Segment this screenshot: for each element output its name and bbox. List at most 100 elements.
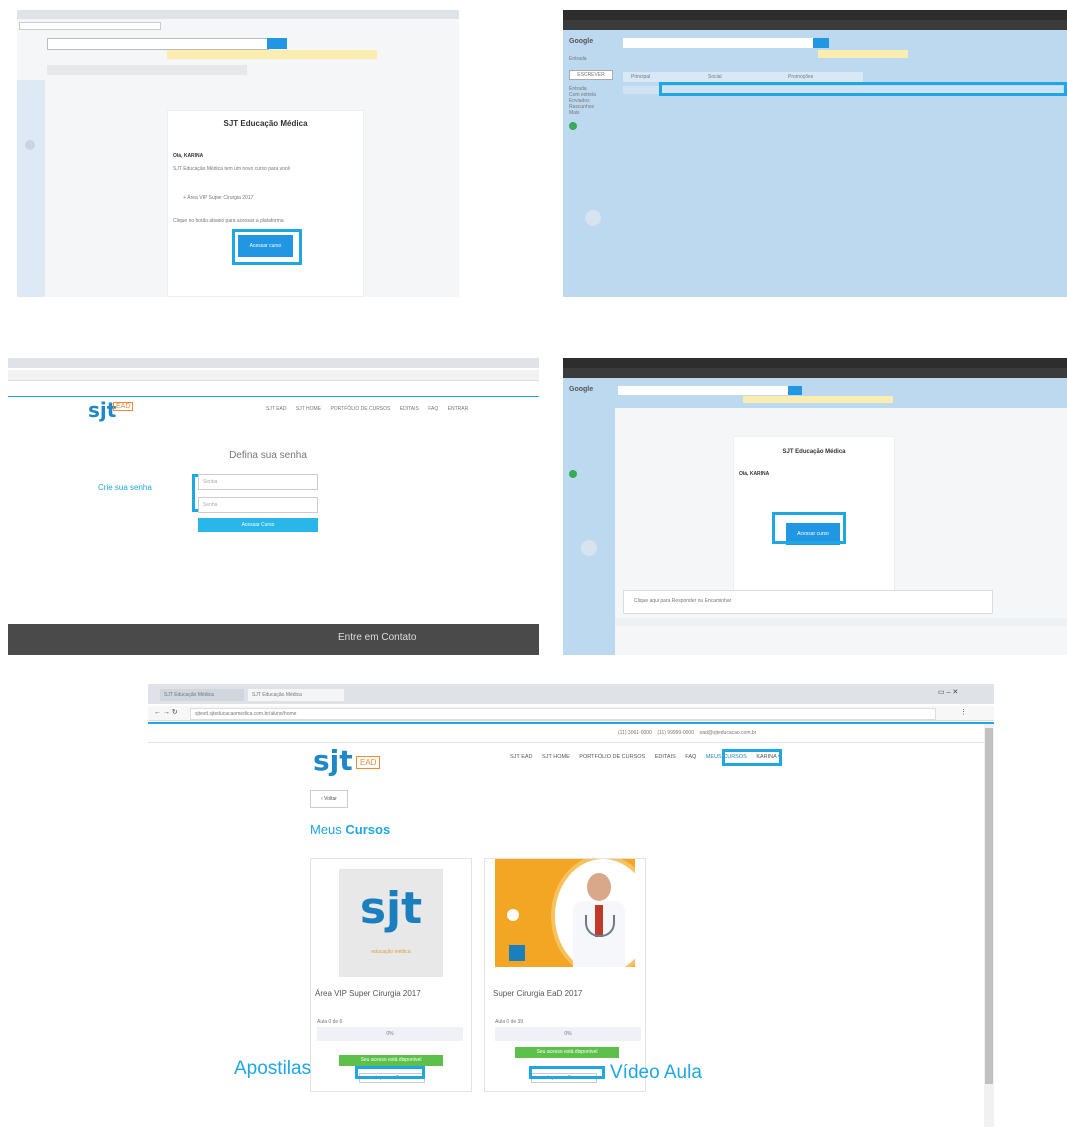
highlight-my-courses [722, 749, 782, 766]
course-thumbnail[interactable]: sjt educação médica [339, 869, 443, 977]
nav-faq[interactable]: FAQ [685, 754, 696, 760]
reply-box[interactable]: Clique aqui para Responder ou Encaminhar [623, 590, 993, 614]
contact-bar [8, 384, 539, 397]
window-controls[interactable]: ▭ – ✕ [938, 688, 958, 696]
browser-tabs [17, 10, 459, 19]
chat-icon[interactable] [25, 140, 35, 150]
email-heading: SJT Educação Médica [223, 119, 308, 128]
accent-line [148, 722, 994, 724]
logo-badge: EAD [356, 756, 381, 769]
gmail-search-button[interactable] [788, 386, 802, 395]
highlight-email-row [659, 82, 1067, 96]
confirm-placeholder: Senha [203, 502, 218, 508]
address-bar[interactable] [563, 368, 1067, 378]
logo[interactable]: sjt [313, 744, 353, 777]
back-button[interactable]: ‹ Voltar [310, 790, 348, 808]
confirm-password-field[interactable]: Senha [198, 497, 318, 513]
gmail-notice [743, 396, 893, 403]
panel-define-password: sjt EAD SJT EAD SJT HOME PORTFÓLIO DE CU… [8, 358, 539, 655]
toolbar: ← → ↻ sjtevd.sjteducacaomedica.com.br/al… [148, 706, 994, 721]
sidebar-item-more[interactable]: Mais [569, 110, 596, 116]
nav-editais[interactable]: EDITAIS [655, 754, 676, 760]
scrollbar-track[interactable] [984, 724, 994, 1127]
menu-icon[interactable]: ⋮ [960, 708, 967, 716]
browser-tabs [8, 358, 539, 368]
email-heading: SJT Educação Médica [782, 449, 846, 455]
browser-tabs [563, 358, 1067, 368]
contact-phone-2: (11) 99999-0000 [657, 730, 694, 736]
email-card: SJT Educação Médica Olá, KARINA SJT Educ… [167, 110, 364, 297]
panel-my-courses: SJT Educação Médica SJT Educação Médica … [148, 684, 994, 1127]
search-button[interactable] [267, 38, 287, 49]
progress-value: 0% [564, 1031, 572, 1037]
contact-bar: (11) 3061-0000 (11) 99999-0000 ead@sjted… [618, 730, 756, 736]
access-status-button[interactable]: Seu acesso está disponível [339, 1055, 443, 1066]
inbox-label: Entrada [569, 56, 587, 62]
progress-bar: 0% [495, 1027, 641, 1041]
brand-icon [509, 945, 525, 961]
reply-hint: Clique aqui para Responder ou Encaminhar [634, 598, 732, 604]
page-title: Meus Cursos [310, 822, 390, 837]
page-title: Defina sua senha [229, 450, 307, 461]
course-title[interactable]: Área VIP Super Cirurgia 2017 [315, 989, 421, 998]
search-input[interactable] [47, 38, 269, 50]
check-icon [507, 909, 519, 921]
avatar[interactable] [569, 122, 577, 130]
nav-sjt-ead[interactable]: SJT EAD [266, 406, 286, 412]
tab-1[interactable]: SJT Educação Médica [160, 689, 244, 701]
address-bar[interactable] [8, 370, 539, 381]
page-title-emphasis: Cursos [345, 822, 391, 837]
submit-button[interactable]: Acessar Curso [198, 518, 318, 532]
gmail-logo: Google [569, 38, 594, 45]
password-placeholder: Senha [203, 479, 218, 485]
avatar[interactable] [569, 470, 577, 478]
handouts-annotation: Apostilas [234, 1058, 312, 1079]
course-lessons: Aula 0 de 39 [495, 1019, 524, 1025]
back-arrow-icon[interactable]: ← → ↻ [154, 708, 178, 716]
hangouts-icon[interactable] [585, 210, 601, 226]
password-field[interactable]: Senha [198, 474, 318, 490]
gmail-search-input[interactable] [623, 38, 813, 48]
highlight-password-fields [192, 474, 198, 512]
nav-portfolio[interactable]: PORTFÓLIO DE CURSOS [579, 754, 645, 760]
hangouts-icon[interactable] [581, 540, 597, 556]
nav-sjt-home[interactable]: SJT HOME [296, 406, 321, 412]
nav-portfolio[interactable]: PORTFÓLIO DE CURSOS [330, 406, 390, 412]
inbox-tabs: Principal Social Promoções [623, 72, 863, 82]
email-body: SJT Educação Médica tem um novo curso pa… [173, 166, 291, 172]
page-title-prefix: Meus [310, 822, 342, 837]
contact-email[interactable]: ead@sjteducacao.com.br [700, 730, 757, 736]
footer: Entre em Contato [8, 624, 539, 655]
thumb-logo: sjt [359, 883, 423, 934]
tab-primary[interactable]: Principal [631, 74, 650, 80]
nav-login[interactable]: ENTRAR [448, 406, 469, 412]
access-status-button[interactable]: Seu acesso está disponível [515, 1047, 619, 1058]
gmail-search-button[interactable] [813, 38, 829, 48]
footer-contact[interactable]: Entre em Contato [338, 632, 416, 643]
course-title[interactable]: Super Cirurgia EaD 2017 [493, 989, 582, 998]
divider [148, 742, 994, 743]
gmail-search-input[interactable] [618, 386, 788, 395]
progress-value: 0% [386, 1031, 394, 1037]
thumb-subtitle: educação médica [371, 949, 411, 955]
nav-editais[interactable]: EDITAIS [400, 406, 419, 412]
course-card: sjt educação médica Área VIP Super Cirur… [310, 858, 472, 1092]
nav-sjt-home[interactable]: SJT HOME [542, 754, 570, 760]
tab-social[interactable]: Social [708, 74, 722, 80]
contact-phone-1: (11) 3061-0000 [618, 730, 652, 736]
compose-button[interactable]: ESCREVER [569, 70, 613, 80]
email-greeting: Olá, KARINA [173, 153, 204, 159]
progress-bar: 0% [317, 1027, 463, 1041]
nav-sjt-ead[interactable]: SJT EAD [510, 754, 533, 760]
tab-2[interactable]: SJT Educação Médica [248, 689, 344, 701]
tab-promotions[interactable]: Promoções [788, 74, 813, 80]
scrollbar-thumb[interactable] [985, 728, 993, 1084]
course-thumbnail[interactable] [495, 859, 635, 967]
address-bar[interactable] [19, 22, 161, 30]
address-bar[interactable] [563, 20, 1067, 30]
nav-faq[interactable]: FAQ [428, 406, 438, 412]
doctor-head [587, 873, 611, 901]
gmail-notice [818, 50, 908, 58]
highlight-go-to-course-1 [355, 1066, 425, 1079]
url-bar[interactable]: sjtevd.sjteducacaomedica.com.br/aluno/ho… [190, 708, 936, 720]
